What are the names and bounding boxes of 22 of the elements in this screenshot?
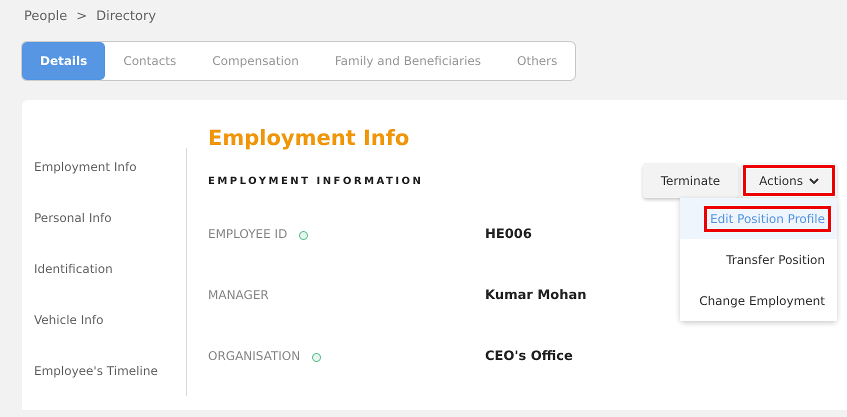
menu-item[interactable]: Transfer Position <box>680 239 837 280</box>
terminate-button[interactable]: Terminate <box>642 163 738 198</box>
breadcrumb-separator: > <box>76 9 88 24</box>
sidebar-item[interactable]: Identification <box>34 260 186 311</box>
section-heading: EMPLOYMENT INFORMATION <box>208 175 424 190</box>
field-value: Kumar Mohan <box>485 287 587 306</box>
menu-item[interactable]: Change Employment <box>680 280 837 322</box>
breadcrumb-link[interactable]: People <box>24 9 68 24</box>
sidebar-item[interactable]: Personal Info <box>34 209 186 260</box>
field-value: CEO's Office <box>485 348 573 366</box>
field-label: MANAGER <box>208 287 269 304</box>
actions-dropdown-button[interactable]: Actions <box>741 163 837 198</box>
chevron-down-icon <box>809 178 819 185</box>
field-value: HE006 <box>485 226 532 244</box>
breadcrumb-current: Directory <box>96 9 156 24</box>
page-title: Employment Info <box>208 126 410 152</box>
tab[interactable]: Details <box>22 42 106 80</box>
sidebar-item[interactable]: Employee's Timeline <box>34 362 186 413</box>
field-label: EMPLOYEE ID <box>208 226 288 244</box>
sidebar-item[interactable]: Vehicle Info <box>34 311 186 362</box>
sidebar-item[interactable]: Employment Info <box>34 158 186 209</box>
field-label: ORGANISATION <box>208 348 300 366</box>
